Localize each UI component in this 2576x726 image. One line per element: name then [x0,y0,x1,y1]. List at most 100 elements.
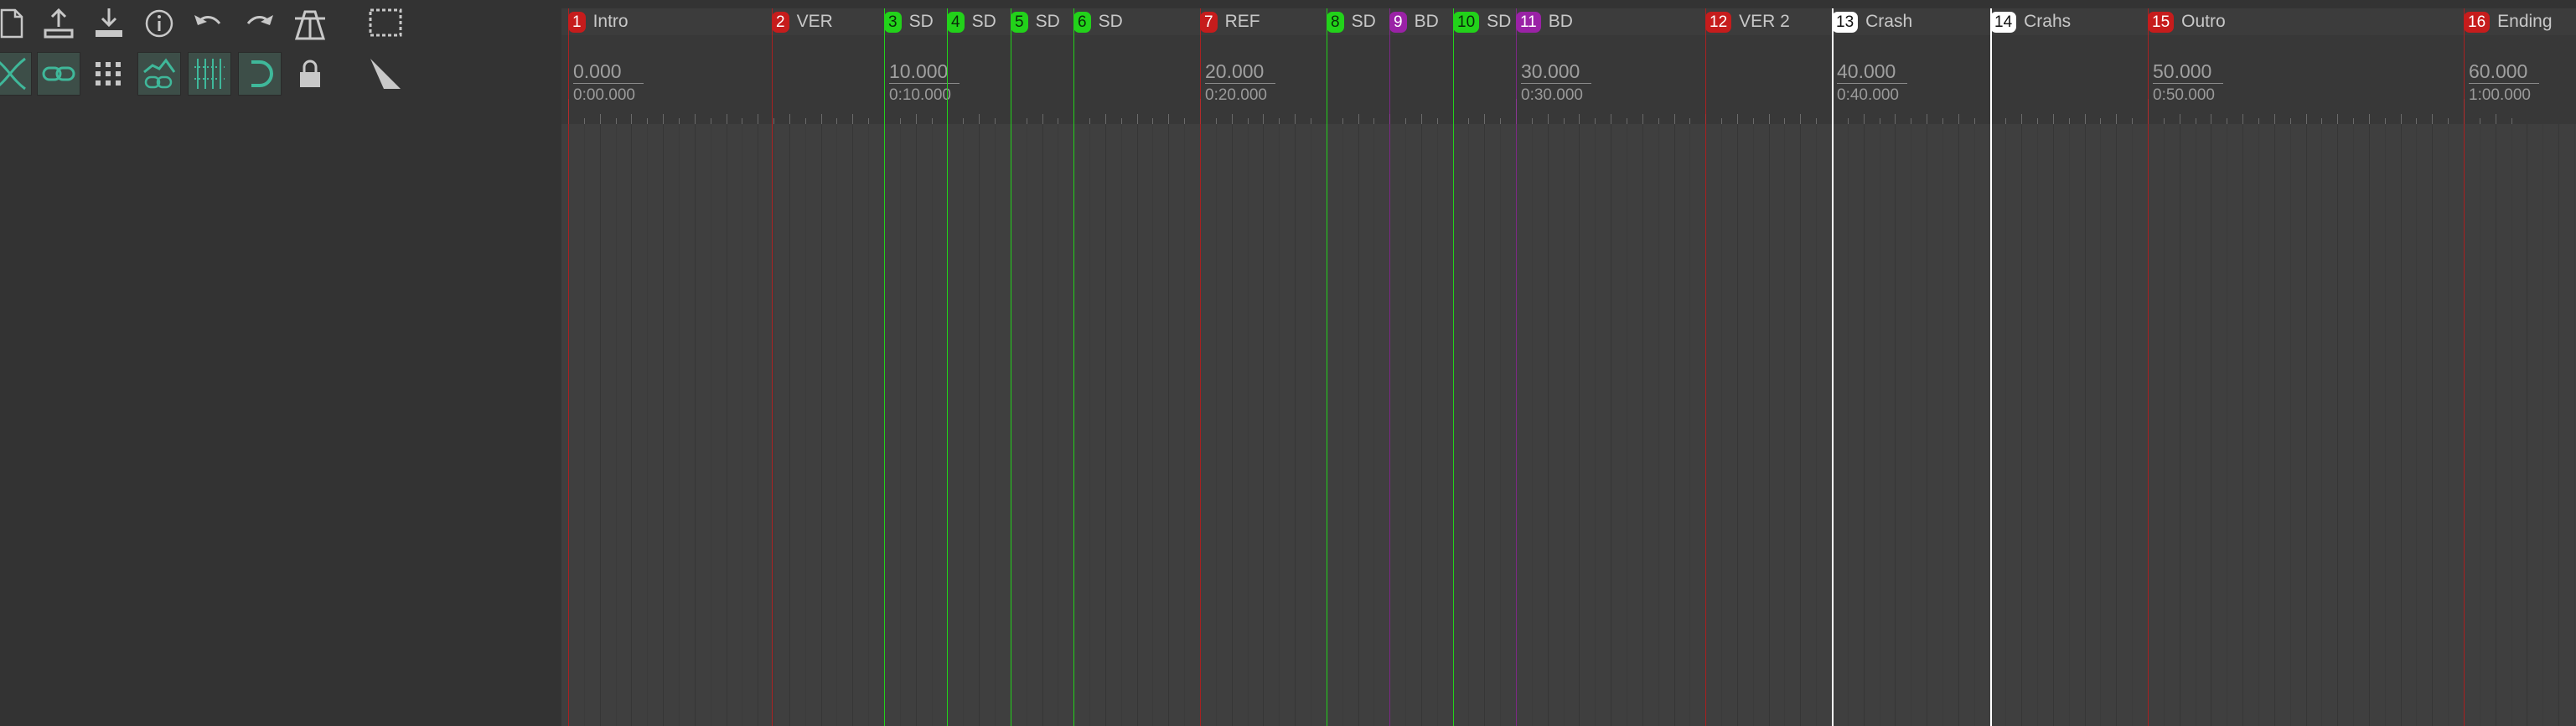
metronome-button[interactable] [288,2,332,45]
marker-line[interactable] [884,8,885,726]
undo-button[interactable] [186,2,230,45]
ruler-tick [1137,114,1138,124]
grid-line [1753,124,1754,726]
ruler-tick [1800,114,1801,124]
grid-line [1579,124,1580,726]
snap-grid-button[interactable] [188,52,231,96]
marker-3[interactable]: 3 SD [884,8,934,35]
marker-14[interactable]: 14 Crahs [1990,8,2071,35]
magnet-button[interactable] [238,52,282,96]
marker-line[interactable] [772,8,773,726]
marker-number-badge: 11 [1516,11,1541,33]
marker-4[interactable]: 4 SD [947,8,996,35]
grid-line [2085,124,2086,726]
marker-7[interactable]: 7 REF [1200,8,1260,35]
ruler-tick [2448,118,2449,124]
marker-13[interactable]: 13 Crash [1832,8,1912,35]
grid-line [1089,124,1090,726]
ruler-tick [1105,114,1106,124]
marker-line[interactable] [1516,8,1517,726]
ruler-value-label: 0.000 [573,60,622,82]
marker-line[interactable] [1990,8,1992,726]
grid-line [663,124,664,726]
marquee-select-button[interactable] [364,2,407,45]
grid-line [2369,124,2370,726]
marker-number-badge: 10 [1453,11,1480,33]
grid-line [2558,124,2559,726]
grid-button[interactable] [87,52,131,96]
ruler-value-label: 60.000 [2469,60,2528,82]
grid-line [695,124,696,726]
marker-line[interactable] [2464,8,2465,726]
grid-line [1958,124,1959,726]
marker-number-badge: 13 [1832,11,1859,33]
marker-11[interactable]: 11 BD [1516,8,1573,35]
grid-line [2401,124,2402,726]
ruler-tick [679,118,680,124]
link-button[interactable] [37,52,80,96]
marker-line[interactable] [1453,8,1454,726]
marker-line[interactable] [1200,8,1201,726]
ruler-tick [1579,114,1580,124]
ruler-tick [2005,118,2006,124]
marker-name: BD [1414,12,1439,31]
marker-6[interactable]: 6 SD [1073,8,1123,35]
marker-number-badge: 15 [2148,11,2175,33]
info-button[interactable] [137,2,181,45]
download-button[interactable] [87,2,131,45]
grid-line [773,124,774,726]
marker-16[interactable]: 16 Ending [2464,8,2553,35]
marker-15[interactable]: 15 Outro [2148,8,2226,35]
ruler-tick [1753,118,1754,124]
grid-line [2037,124,2038,726]
info-icon [145,9,173,38]
marker-lane[interactable]: 1 Intro 2 VER 3 SD 4 SD 5 SD 6 SD 7 REF 8 SD 9 BD 10 SD 11 BD… [561,8,2576,35]
ruler-tick [1942,118,1943,124]
marker-2[interactable]: 2 VER [772,8,833,35]
ruler-tick [1042,114,1043,124]
marker-8[interactable]: 8 SD [1327,8,1376,35]
marker-line[interactable] [1832,8,1834,726]
grid-line [2290,124,2291,726]
new-project-button[interactable] [0,2,34,45]
marker-line[interactable] [1073,8,1074,726]
marker-line[interactable] [2148,8,2149,726]
crossfade-button[interactable] [0,52,32,96]
marker-5[interactable]: 5 SD [1011,8,1060,35]
ruler-tick [1358,114,1359,124]
grid-line [1974,124,1975,726]
grid-line [916,124,917,726]
upload-button[interactable] [37,2,80,45]
ripple-edit-button[interactable] [364,52,407,96]
lock-button[interactable] [288,52,332,96]
ruler-tick [963,118,964,124]
upload-icon [44,8,74,39]
grid-line [2069,124,2070,726]
marker-10[interactable]: 10 SD [1453,8,1511,35]
ruler-tick [821,114,822,124]
arrange-view[interactable]: 1 Intro 2 VER 3 SD 4 SD 5 SD 6 SD 7 REF 8 SD 9 BD 10 SD 11 BD… [561,0,2576,726]
marker-line[interactable] [568,8,569,726]
ruler-tick [1263,114,1264,124]
ruler-tick [1405,118,1406,124]
grid-line [1674,124,1675,726]
grid-line [1816,124,1817,726]
marker-line[interactable] [947,8,948,726]
grid-line [1421,124,1422,726]
ruler-tick [932,118,933,124]
ruler-tick [1152,118,1153,124]
redo-button[interactable] [238,2,282,45]
grid-line [2321,124,2322,726]
marker-name: SD [1098,12,1123,31]
marker-9[interactable]: 9 BD [1389,8,1439,35]
timeline-ruler[interactable]: 0.000 0:00.000 10.000 0:10.000 20.000 0:20.00… [561,35,2576,124]
ruler-tick [2385,118,2386,124]
marker-line[interactable] [1705,8,1706,726]
grid-line [900,124,901,726]
envelope-link-button[interactable] [137,52,181,96]
grid-line [979,124,980,726]
marker-name: VER 2 [1739,12,1790,31]
marker-line[interactable] [1389,8,1390,726]
marker-1[interactable]: 1 Intro [568,8,628,35]
marker-12[interactable]: 12 VER 2 [1705,8,1790,35]
